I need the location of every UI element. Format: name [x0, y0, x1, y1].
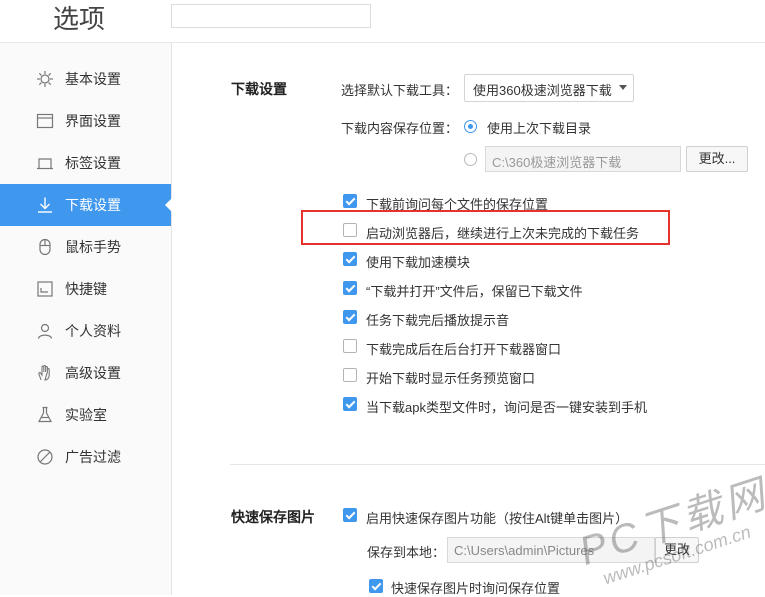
- page-title: 选项: [53, 4, 106, 34]
- option-label: 使用下载加速模块: [366, 255, 471, 270]
- keyboard-icon: [36, 280, 54, 298]
- block-icon: [36, 448, 54, 466]
- radio-last-dir[interactable]: [464, 120, 477, 133]
- mouse-icon: [36, 238, 54, 256]
- quicksave-ask-label: 快速保存图片时询问保存位置: [391, 581, 561, 596]
- sidebar-item-label: 高级设置: [65, 365, 121, 381]
- checkbox-play-sound[interactable]: [343, 310, 357, 324]
- hand-icon: [36, 364, 54, 382]
- option-label: “下载并打开”文件后，保留已下载文件: [366, 284, 583, 299]
- checkbox-acceleration[interactable]: [343, 252, 357, 266]
- save-path-value: C:\Users\admin\Pictures: [454, 543, 595, 558]
- checkbox-ask-save-location[interactable]: [369, 579, 383, 593]
- user-icon: [36, 322, 54, 340]
- search-input[interactable]: [171, 4, 371, 28]
- option-label: 开始下载时显示任务预览窗口: [366, 371, 536, 386]
- sidebar-item-label: 下载设置: [65, 197, 121, 213]
- sidebar-item-profile[interactable]: 个人资料: [0, 310, 171, 352]
- tool-label: 选择默认下载工具：: [341, 83, 459, 98]
- sidebar-item-label: 实验室: [65, 407, 107, 423]
- tab-icon: [36, 154, 54, 172]
- location-label: 下载内容保存位置：: [341, 121, 459, 136]
- sidebar-item-advanced[interactable]: 高级设置: [0, 352, 171, 394]
- gear-icon: [36, 70, 54, 88]
- checkbox-ask-location[interactable]: [343, 194, 357, 208]
- sidebar-item-interface[interactable]: 界面设置: [0, 100, 171, 142]
- download-tool-value: 使用360极速浏览器下载: [473, 83, 612, 98]
- custom-path-value: C:\360极速浏览器下载: [492, 155, 622, 170]
- option-label: 任务下载完后播放提示音: [366, 313, 510, 328]
- chevron-down-icon: [619, 85, 627, 90]
- sidebar-item-lab[interactable]: 实验室: [0, 394, 171, 436]
- window-icon: [36, 112, 54, 130]
- option-label: 当下载apk类型文件时，询问是否一键安装到手机: [366, 400, 647, 415]
- sidebar-item-label: 基本设置: [65, 71, 121, 87]
- sidebar-item-label: 快捷键: [65, 281, 107, 297]
- highlight-annotation-box: [301, 210, 670, 245]
- sidebar-item-ad-filter[interactable]: 广告过滤: [0, 436, 171, 478]
- checkbox-enable-quicksave[interactable]: [343, 508, 357, 522]
- header: 选项: [0, 0, 765, 43]
- radio-custom-dir[interactable]: [464, 153, 477, 166]
- sidebar-item-label: 标签设置: [65, 155, 121, 171]
- flask-icon: [36, 406, 54, 424]
- section-title-quicksave: 快速保存图片: [231, 509, 315, 525]
- save-to-label: 保存到本地：: [367, 545, 446, 560]
- download-tool-select[interactable]: 使用360极速浏览器下载: [464, 74, 634, 102]
- sidebar-item-shortcuts[interactable]: 快捷键: [0, 268, 171, 310]
- sidebar-item-basic[interactable]: 基本设置: [0, 58, 171, 100]
- sidebar-item-label: 界面设置: [65, 113, 121, 129]
- checkbox-apk-install[interactable]: [343, 397, 357, 411]
- sidebar-item-download[interactable]: 下载设置: [0, 184, 172, 226]
- sidebar-item-label: 鼠标手势: [65, 239, 121, 255]
- checkbox-keep-opened-file[interactable]: [343, 281, 357, 295]
- sidebar: 基本设置 界面设置 标签设置 下载设置 鼠标手势 快捷键 个人资料 高级设置 实…: [0, 43, 172, 595]
- checkbox-open-downloader[interactable]: [343, 339, 357, 353]
- section-title-download: 下载设置: [231, 81, 287, 97]
- sidebar-item-tabs[interactable]: 标签设置: [0, 142, 171, 184]
- section-divider: [230, 464, 765, 465]
- sidebar-item-label: 个人资料: [65, 323, 121, 339]
- radio-last-dir-label: 使用上次下载目录: [487, 121, 592, 136]
- checkbox-preview-window[interactable]: [343, 368, 357, 382]
- sidebar-item-label: 广告过滤: [65, 449, 121, 465]
- change-path-button[interactable]: 更改...: [686, 146, 748, 172]
- option-label: 下载完成后在后台打开下载器窗口: [366, 342, 562, 357]
- sidebar-item-mouse-gesture[interactable]: 鼠标手势: [0, 226, 171, 268]
- custom-path-field: C:\360极速浏览器下载: [485, 146, 681, 172]
- download-icon: [36, 196, 54, 214]
